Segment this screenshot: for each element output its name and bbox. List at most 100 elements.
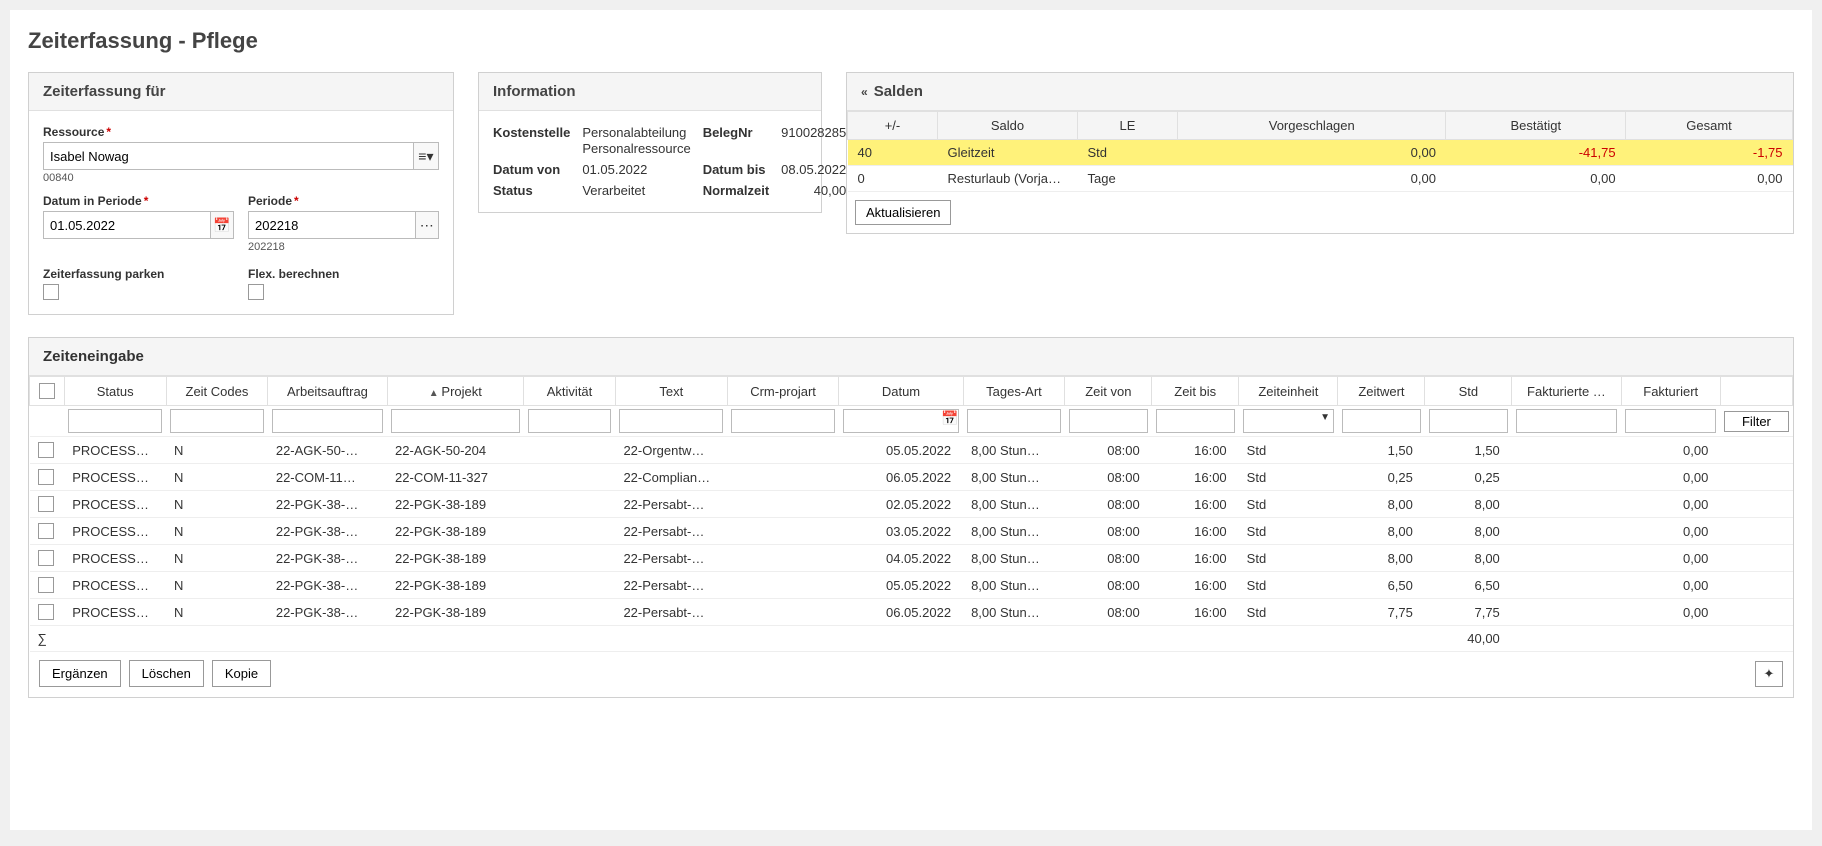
col-datum[interactable]: Datum — [839, 377, 963, 406]
cell-fakt — [1512, 518, 1621, 545]
ergaenzen-button[interactable]: Ergänzen — [39, 660, 121, 687]
filter-datum-calendar-button[interactable]: 📅 — [939, 408, 961, 428]
filter-projekt[interactable] — [391, 409, 520, 433]
filter-zeitvon[interactable] — [1069, 409, 1148, 433]
row-checkbox[interactable] — [38, 442, 54, 458]
select-all-checkbox[interactable] — [39, 383, 55, 399]
filter-zeitbis[interactable] — [1156, 409, 1235, 433]
datum-periode-calendar-button[interactable]: 📅 — [210, 211, 234, 239]
cell-projekt: 22-PGK-38-189 — [387, 518, 524, 545]
saldo-col-vorg[interactable]: Vorgeschlagen — [1178, 112, 1446, 140]
cell-zeitcodes: N — [166, 464, 268, 491]
filter-arbeitsauftrag[interactable] — [272, 409, 383, 433]
saldo-col-le[interactable]: LE — [1078, 112, 1178, 140]
cell-zeitvon: 08:00 — [1065, 464, 1152, 491]
cell-fakturiert: 0,00 — [1621, 437, 1720, 464]
periode-code: 202218 — [248, 241, 439, 253]
panel-information-header: Information — [479, 73, 821, 111]
cell-zeitwert: 8,00 — [1338, 518, 1425, 545]
cell-aktivitaet — [524, 545, 616, 572]
kopie-button[interactable]: Kopie — [212, 660, 271, 687]
saldo-row[interactable]: 40GleitzeitStd0,00-41,75-1,75 — [848, 140, 1793, 166]
row-checkbox[interactable] — [38, 469, 54, 485]
col-aktivitaet[interactable]: Aktivität — [524, 377, 616, 406]
panel-zeiterfassung-header: Zeiterfassung für — [29, 73, 453, 111]
aktualisieren-button[interactable]: Aktualisieren — [855, 200, 951, 225]
loeschen-button[interactable]: Löschen — [129, 660, 204, 687]
flex-checkbox[interactable] — [248, 284, 264, 300]
panel-salden-header[interactable]: «Salden — [847, 73, 1793, 111]
periode-input[interactable] — [248, 211, 415, 239]
saldo-le: Std — [1078, 140, 1178, 166]
row-checkbox[interactable] — [38, 604, 54, 620]
filter-fakturiert[interactable] — [1625, 409, 1716, 433]
col-select-all[interactable] — [30, 377, 65, 406]
col-zeitcodes[interactable]: Zeit Codes — [166, 377, 268, 406]
cell-tagesart: 8,00 Stun… — [963, 518, 1065, 545]
cell-zeitbis: 16:00 — [1152, 437, 1239, 464]
filter-status[interactable] — [68, 409, 162, 433]
saldo-col-ges[interactable]: Gesamt — [1626, 112, 1793, 140]
col-zeitbis[interactable]: Zeit bis — [1152, 377, 1239, 406]
cell-aktivitaet — [524, 599, 616, 626]
cell-zeitvon: 08:00 — [1065, 545, 1152, 572]
saldo-col-pm[interactable]: +/- — [848, 112, 938, 140]
col-zeitvon[interactable]: Zeit von — [1065, 377, 1152, 406]
table-row[interactable]: PROCESS…N22-PGK-38-…22-PGK-38-18922-Pers… — [30, 518, 1793, 545]
saldo-ges: -1,75 — [1626, 140, 1793, 166]
cell-tagesart: 8,00 Stun… — [963, 545, 1065, 572]
submit-button[interactable]: ✦ — [1755, 661, 1783, 687]
cell-datum: 06.05.2022 — [839, 599, 963, 626]
col-projekt[interactable]: Projekt — [387, 377, 524, 406]
col-zeiteinheit[interactable]: Zeiteinheit — [1239, 377, 1338, 406]
filter-zeitcodes[interactable] — [170, 409, 264, 433]
cell-fakturiert: 0,00 — [1621, 518, 1720, 545]
filter-crm[interactable] — [731, 409, 835, 433]
saldo-col-best[interactable]: Bestätigt — [1446, 112, 1626, 140]
cell-aktivitaet — [524, 437, 616, 464]
col-crm[interactable]: Crm-projart — [727, 377, 839, 406]
cell-crm — [727, 545, 839, 572]
col-tagesart[interactable]: Tages-Art — [963, 377, 1065, 406]
col-text[interactable]: Text — [615, 377, 727, 406]
saldo-col-saldo[interactable]: Saldo — [938, 112, 1078, 140]
col-zeitwert[interactable]: Zeitwert — [1338, 377, 1425, 406]
ressource-input[interactable] — [43, 142, 413, 170]
periode-lookup-button[interactable]: ⋯ — [415, 211, 439, 239]
filter-zeitwert[interactable] — [1342, 409, 1421, 433]
table-row[interactable]: PROCESS…N22-PGK-38-…22-PGK-38-18922-Pers… — [30, 599, 1793, 626]
table-row[interactable]: PROCESS…N22-PGK-38-…22-PGK-38-18922-Pers… — [30, 545, 1793, 572]
filter-tagesart[interactable] — [967, 409, 1061, 433]
cell-datum: 06.05.2022 — [839, 464, 963, 491]
time-grid: Status Zeit Codes Arbeitsauftrag Projekt… — [29, 376, 1793, 652]
col-fakturiert[interactable]: Fakturiert — [1621, 377, 1720, 406]
table-row[interactable]: PROCESS…N22-PGK-38-…22-PGK-38-18922-Pers… — [30, 491, 1793, 518]
filter-text[interactable] — [619, 409, 723, 433]
panel-zeiteneingabe-header: Zeiteneingabe — [29, 338, 1793, 376]
filter-aktivitaet[interactable] — [528, 409, 612, 433]
filter-std[interactable] — [1429, 409, 1508, 433]
cell-tagesart: 8,00 Stun… — [963, 437, 1065, 464]
col-status[interactable]: Status — [64, 377, 166, 406]
table-row[interactable]: PROCESS…N22-PGK-38-…22-PGK-38-18922-Pers… — [30, 572, 1793, 599]
filter-fakt[interactable] — [1516, 409, 1617, 433]
table-row[interactable]: PROCESS…N22-AGK-50-…22-AGK-50-20422-Orge… — [30, 437, 1793, 464]
cell-aktivitaet — [524, 491, 616, 518]
row-checkbox[interactable] — [38, 577, 54, 593]
row-checkbox[interactable] — [38, 550, 54, 566]
saldo-row[interactable]: 0Resturlaub (Vorja…Tage0,000,000,00 — [848, 166, 1793, 192]
cell-text: 22-Complian… — [615, 464, 727, 491]
datum-periode-input[interactable] — [43, 211, 210, 239]
chevron-down-icon[interactable]: ▼ — [1320, 412, 1330, 423]
col-std[interactable]: Std — [1425, 377, 1512, 406]
parken-checkbox[interactable] — [43, 284, 59, 300]
col-arbeitsauftrag[interactable]: Arbeitsauftrag — [268, 377, 387, 406]
row-checkbox[interactable] — [38, 496, 54, 512]
table-row[interactable]: PROCESS…N22-COM-11…22-COM-11-32722-Compl… — [30, 464, 1793, 491]
cell-text: 22-Orgentw… — [615, 437, 727, 464]
row-checkbox[interactable] — [38, 523, 54, 539]
filter-button[interactable]: Filter — [1724, 411, 1788, 432]
ressource-lookup-button[interactable]: ≡▾ — [413, 142, 439, 170]
calendar-icon: 📅 — [213, 217, 230, 234]
col-fakt[interactable]: Fakturierte … — [1512, 377, 1621, 406]
